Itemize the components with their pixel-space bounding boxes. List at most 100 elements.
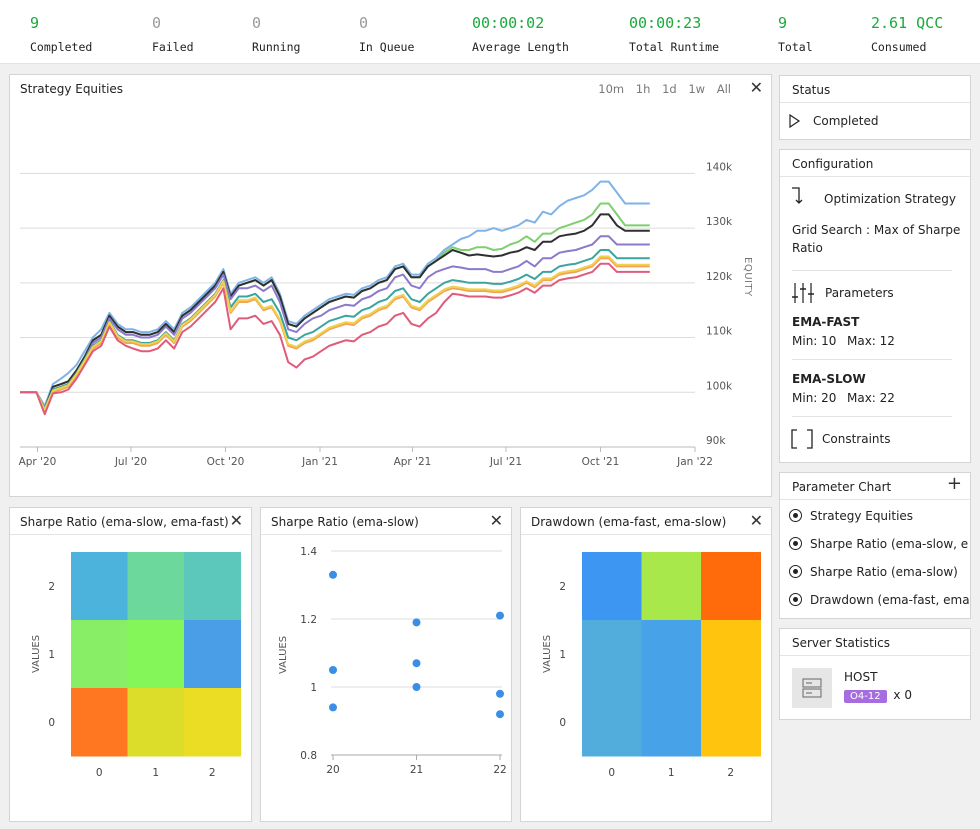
y-tick-label: 1.4 (300, 546, 317, 558)
panel-title: Status (792, 83, 831, 97)
close-icon[interactable]: ✕ (750, 78, 763, 98)
y-axis-label: VALUES (278, 636, 289, 674)
param-min-ema-fast: Min: 10 (792, 334, 837, 348)
divider (792, 416, 952, 417)
range-1d-button[interactable]: 1d (662, 82, 677, 96)
y-tick-label: 110k (706, 326, 733, 338)
chart-option-strategy-equities[interactable]: Strategy Equities (789, 509, 913, 523)
strategy-equities-panel: Strategy Equities 10m 1h 1d 1w All ✕ 90k… (9, 74, 772, 497)
heatmap-cell (582, 688, 642, 757)
stat-value: 00:00:23 (629, 14, 702, 32)
heatmap-cell (701, 688, 761, 757)
y-tick-label: 120k (706, 271, 733, 283)
stat-label: Total (778, 40, 813, 54)
series-line-3 (20, 213, 650, 410)
node-count: x 0 (893, 688, 912, 702)
play-outline-icon (789, 114, 801, 128)
heatmap-cell (184, 688, 241, 757)
stat-label: In Queue (359, 40, 415, 54)
divider (792, 359, 952, 360)
scatter-point (412, 659, 421, 668)
chart-option-sharpe-heatmap[interactable]: Sharpe Ratio (ema-slow, e (789, 537, 968, 551)
host-label: HOST (844, 670, 878, 684)
stat-label: Failed (152, 40, 194, 54)
x-tick-label: Apr '21 (394, 456, 432, 468)
stat-label: Consumed (871, 40, 927, 54)
server-statistics-panel: Server Statistics HOST O4-12 x 0 (779, 628, 971, 720)
parameter-chart-panel: Parameter Chart + Strategy Equities Shar… (779, 472, 971, 619)
add-icon[interactable]: + (947, 474, 962, 494)
series-line-8 (20, 262, 650, 416)
heatmap-cell (127, 688, 185, 757)
y-tick-label: 1 (559, 649, 566, 661)
heatmap-cell (641, 552, 702, 621)
stats-bar: 9 Completed 0 Failed 0 Running 0 In Queue 00… (0, 0, 980, 64)
radio-checked-icon (789, 509, 802, 522)
x-tick-label: Jan '22 (676, 456, 713, 468)
parameters-label: Parameters (825, 286, 894, 300)
constraints-label: Constraints (822, 432, 891, 446)
param-min-ema-slow: Min: 20 (792, 391, 837, 405)
panel-title: Sharpe Ratio (ema-slow, ema-fast) (20, 515, 229, 529)
x-tick-label: 0 (96, 767, 103, 779)
close-icon[interactable]: ✕ (230, 511, 243, 531)
range-1h-button[interactable]: 1h (636, 82, 651, 96)
y-axis-label: VALUES (542, 635, 553, 673)
heatmap-cell (71, 688, 128, 757)
chart-option-label: Sharpe Ratio (ema-slow, e (810, 537, 969, 551)
heatmap-cell (582, 620, 642, 689)
stat-value: 9 (778, 14, 788, 32)
chart-option-label: Strategy Equities (810, 509, 914, 523)
radio-checked-icon (789, 593, 802, 606)
panel-title: Parameter Chart (792, 480, 892, 494)
param-name-ema-fast: EMA-FAST (792, 315, 860, 329)
y-tick-label: 100k (706, 380, 733, 392)
x-tick-label: 0 (608, 767, 615, 779)
range-1w-button[interactable]: 1w (688, 82, 705, 96)
y-axis-label: VALUES (31, 635, 42, 673)
radio-checked-icon (789, 537, 802, 550)
panel-title: Strategy Equities (20, 82, 124, 96)
chart-option-sharpe-scatter[interactable]: Sharpe Ratio (ema-slow) (789, 565, 958, 579)
heatmap-cell (184, 620, 241, 689)
equity-chart: 90k 100k 110k 120k 130k 140k Apr '20 Jul '20 Oct… (19, 161, 753, 468)
stat-label: Running (252, 40, 301, 54)
heatmap-cell (701, 552, 761, 621)
x-tick-label: 22 (493, 764, 506, 776)
heatmap-cell (184, 552, 241, 621)
y-tick-label: 0 (48, 717, 55, 729)
drawdown-heatmap-panel: Drawdown (ema-fast, ema-slow) ✕ 2 1 0 0 1 2 VA… (520, 507, 772, 822)
chart-option-drawdown[interactable]: Drawdown (ema-fast, ema (789, 593, 970, 607)
configuration-panel: Configuration Optimization Strategy Grid… (779, 149, 971, 463)
stat-value: 2.61 QCC (871, 14, 944, 32)
stat-label: Total Runtime (629, 40, 720, 54)
heatmap-cell (582, 552, 642, 621)
x-tick-label: 2 (209, 767, 216, 779)
sharpe-heatmap-panel: Sharpe Ratio (ema-slow, ema-fast) ✕ 2 1 0 0… (9, 507, 252, 822)
y-tick-label: 1.2 (300, 614, 317, 626)
chart-option-label: Sharpe Ratio (ema-slow) (810, 565, 958, 579)
y-tick-label: 2 (48, 581, 55, 593)
heatmap-cell (127, 620, 185, 689)
range-selector: 10m 1h 1d 1w All (590, 82, 731, 96)
scatter-point (496, 710, 504, 719)
heatmap-cell (641, 620, 702, 689)
heatmap-cell (641, 688, 702, 757)
stat-value: 0 (359, 14, 369, 32)
sharpe-scatter-chart: 0.8 1 1.2 1.4 20 21 22 VALUES (278, 546, 507, 776)
server-icon (792, 668, 832, 708)
y-tick-label: 90k (706, 435, 726, 447)
drawdown-heatmap-chart: 2 1 0 0 1 2 VALUES (542, 552, 761, 779)
scatter-point (329, 666, 337, 674)
sharpe-heatmap-chart: 2 1 0 0 1 2 VALUES (31, 552, 241, 779)
y-tick-label: 0 (559, 717, 566, 729)
stat-value: 9 (30, 14, 40, 32)
range-all-button[interactable]: All (717, 82, 731, 96)
strategy-desc-line1: Grid Search : Max of Sharpe (792, 223, 961, 237)
range-10m-button[interactable]: 10m (598, 82, 624, 96)
close-icon[interactable]: ✕ (750, 511, 763, 531)
y-tick-label: 140k (706, 161, 733, 173)
close-icon[interactable]: ✕ (490, 511, 503, 531)
x-tick-label: Jan '21 (301, 456, 338, 468)
node-badge: O4-12 (844, 690, 887, 703)
